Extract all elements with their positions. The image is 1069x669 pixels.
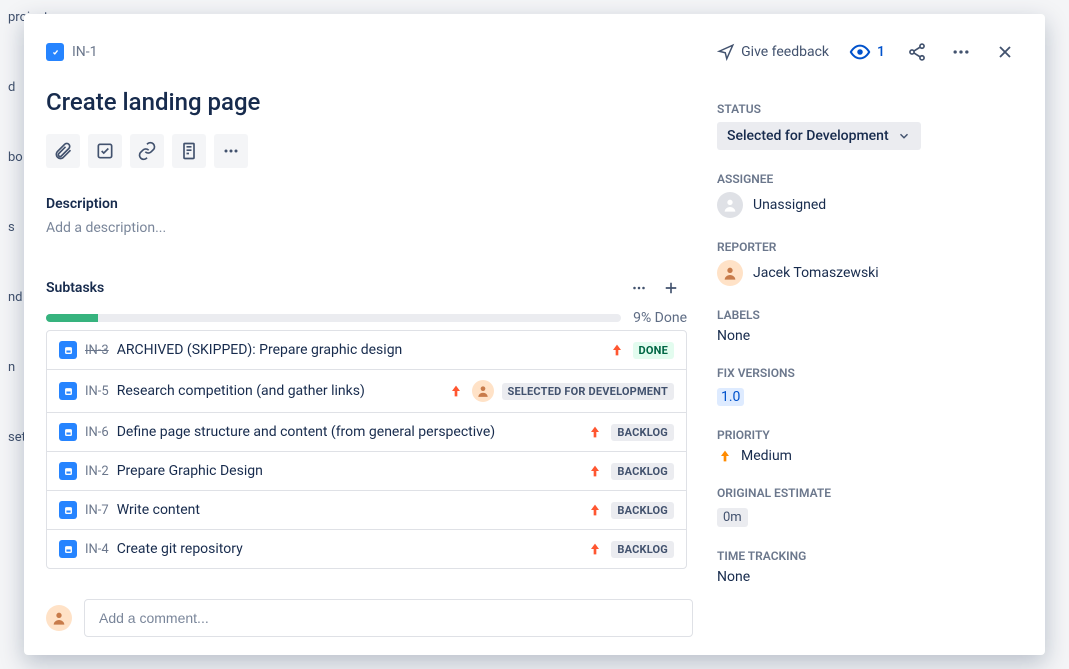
subtask-key: IN-5 bbox=[85, 384, 109, 399]
reporter-label: REPORTER bbox=[717, 240, 1021, 254]
attach-button[interactable] bbox=[46, 134, 80, 168]
watchers-button[interactable]: 1 bbox=[845, 37, 889, 67]
estimate-field[interactable]: 0m bbox=[717, 506, 1021, 527]
subtask-title: Research competition (and gather links) bbox=[117, 383, 440, 399]
subtask-row[interactable]: IN-6 Define page structure and content (… bbox=[47, 413, 686, 452]
subtask-row[interactable]: IN-2 Prepare Graphic Design BACKLOG bbox=[47, 452, 686, 491]
subtask-title: Create git repository bbox=[117, 541, 580, 557]
priority-high-icon bbox=[587, 463, 603, 479]
content-toolbar bbox=[46, 134, 693, 168]
subtask-type-icon bbox=[59, 382, 77, 400]
subtask-key: IN-3 bbox=[85, 343, 109, 358]
priority-medium-icon bbox=[717, 448, 733, 464]
labels-label: LABELS bbox=[717, 308, 1021, 322]
status-value: Selected for Development bbox=[727, 128, 889, 144]
subtask-type-icon bbox=[59, 540, 77, 558]
subtask-key: IN-2 bbox=[85, 464, 109, 479]
subtask-row[interactable]: IN-4 Create git repository BACKLOG bbox=[47, 530, 686, 568]
status-dropdown[interactable]: Selected for Development bbox=[717, 122, 921, 150]
progress-bar bbox=[46, 314, 621, 322]
labels-value[interactable]: None bbox=[717, 328, 1021, 344]
feedback-label: Give feedback bbox=[741, 44, 829, 60]
issue-modal: IN-1 Give feedback 1 Create landing page bbox=[24, 14, 1045, 655]
subtask-key: IN-6 bbox=[85, 425, 109, 440]
toolbar-more-button[interactable] bbox=[214, 134, 248, 168]
reporter-field[interactable]: Jacek Tomaszewski bbox=[717, 260, 1021, 286]
progress-text: 9% Done bbox=[633, 310, 687, 326]
priority-field[interactable]: Medium bbox=[717, 448, 1021, 464]
issue-title[interactable]: Create landing page bbox=[46, 88, 693, 116]
subtask-status-badge: DONE bbox=[633, 342, 674, 359]
share-button[interactable] bbox=[901, 36, 933, 68]
unassigned-avatar-icon bbox=[717, 192, 743, 218]
priority-value: Medium bbox=[741, 448, 792, 464]
watch-count: 1 bbox=[877, 44, 885, 60]
issue-main: Create landing page Desc bbox=[24, 14, 717, 655]
description-label: Description bbox=[46, 196, 687, 212]
subtask-status-badge: SELECTED FOR DEVELOPMENT bbox=[502, 383, 674, 400]
subtask-title: Define page structure and content (from … bbox=[117, 424, 580, 440]
issue-key: IN-1 bbox=[72, 44, 98, 60]
estimate-label: ORIGINAL ESTIMATE bbox=[717, 486, 1021, 500]
priority-high-icon bbox=[587, 541, 603, 557]
priority-high-icon bbox=[609, 342, 625, 358]
priority-high-icon bbox=[587, 424, 603, 440]
subtasks-label: Subtasks bbox=[46, 280, 623, 296]
assignee-label: ASSIGNEE bbox=[717, 172, 1021, 186]
subtask-status-badge: BACKLOG bbox=[611, 424, 674, 441]
tracking-value[interactable]: None bbox=[717, 569, 1021, 585]
task-type-icon bbox=[46, 43, 64, 61]
page-button[interactable] bbox=[172, 134, 206, 168]
fixversions-field[interactable]: 1.0 bbox=[717, 386, 1021, 406]
more-actions-button[interactable] bbox=[945, 36, 977, 68]
subtask-type-icon bbox=[59, 423, 77, 441]
tracking-label: TIME TRACKING bbox=[717, 549, 1021, 563]
subtask-title: ARCHIVED (SKIPPED): Prepare graphic desi… bbox=[117, 342, 601, 358]
fixversion-value: 1.0 bbox=[717, 388, 744, 406]
comment-input[interactable] bbox=[84, 599, 693, 637]
priority-high-icon bbox=[448, 383, 464, 399]
subtask-status-badge: BACKLOG bbox=[611, 502, 674, 519]
subtasks-progress: 9% Done bbox=[46, 310, 687, 326]
subtask-row[interactable]: IN-5 Research competition (and gather li… bbox=[47, 370, 686, 413]
subtasks-more-button[interactable] bbox=[623, 272, 655, 304]
priority-label: PRIORITY bbox=[717, 428, 1021, 442]
add-checklist-button[interactable] bbox=[88, 134, 122, 168]
description-field[interactable]: Add a description... bbox=[46, 220, 687, 236]
priority-high-icon bbox=[587, 502, 603, 518]
subtask-title: Prepare Graphic Design bbox=[117, 463, 580, 479]
feedback-button[interactable]: Give feedback bbox=[713, 39, 833, 65]
chevron-down-icon bbox=[897, 129, 911, 143]
subtask-row[interactable]: IN-7 Write content BACKLOG bbox=[47, 491, 686, 530]
close-button[interactable] bbox=[989, 36, 1021, 68]
modal-header: IN-1 Give feedback 1 bbox=[46, 36, 1021, 68]
subtask-type-icon bbox=[59, 341, 77, 359]
subtask-status-badge: BACKLOG bbox=[611, 463, 674, 480]
subtask-key: IN-7 bbox=[85, 503, 109, 518]
subtask-assignee-avatar bbox=[472, 380, 494, 402]
status-label: STATUS bbox=[717, 102, 1021, 116]
current-user-avatar bbox=[46, 605, 72, 631]
issue-key-breadcrumb[interactable]: IN-1 bbox=[46, 43, 98, 61]
link-button[interactable] bbox=[130, 134, 164, 168]
assignee-field[interactable]: Unassigned bbox=[717, 192, 1021, 218]
subtasks-list: IN-3 ARCHIVED (SKIPPED): Prepare graphic… bbox=[46, 330, 687, 569]
comment-area bbox=[46, 585, 693, 655]
subtask-key: IN-4 bbox=[85, 542, 109, 557]
subtask-title: Write content bbox=[117, 502, 580, 518]
add-subtask-button[interactable] bbox=[655, 272, 687, 304]
subtask-type-icon bbox=[59, 462, 77, 480]
assignee-value: Unassigned bbox=[753, 197, 826, 213]
subtask-row[interactable]: IN-3 ARCHIVED (SKIPPED): Prepare graphic… bbox=[47, 331, 686, 370]
subtask-status-badge: BACKLOG bbox=[611, 541, 674, 558]
issue-sidebar: STATUS Selected for Development ASSIGNEE… bbox=[717, 14, 1045, 655]
estimate-value: 0m bbox=[717, 508, 748, 527]
reporter-avatar-icon bbox=[717, 260, 743, 286]
subtask-type-icon bbox=[59, 501, 77, 519]
reporter-value: Jacek Tomaszewski bbox=[753, 265, 879, 281]
fixversions-label: FIX VERSIONS bbox=[717, 366, 1021, 380]
